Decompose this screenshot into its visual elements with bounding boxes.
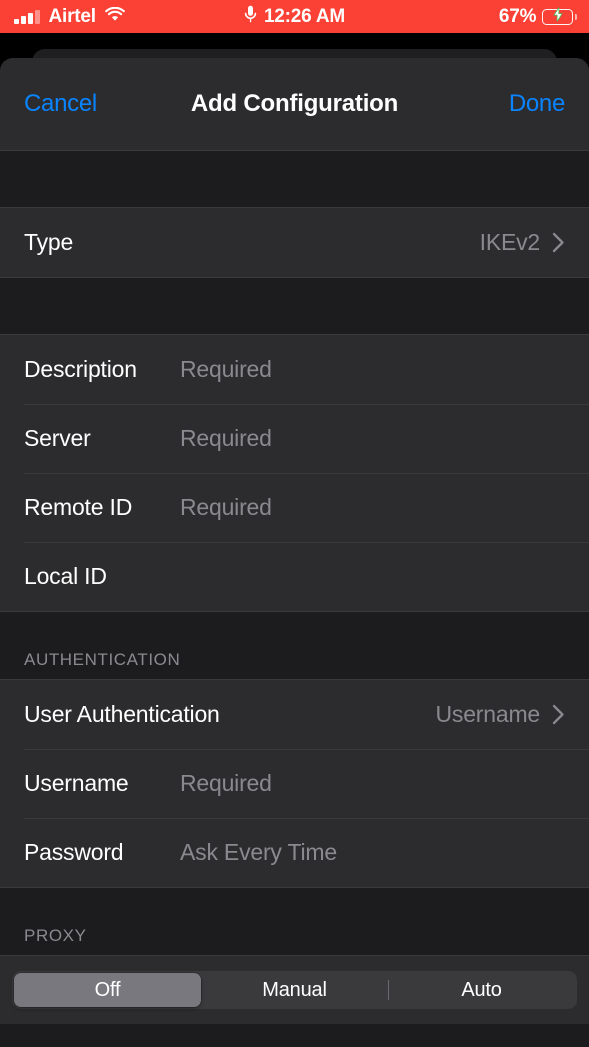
battery-icon <box>542 5 577 26</box>
row-password[interactable]: Password Ask Every Time <box>0 818 589 887</box>
row-label-username: Username <box>24 770 129 796</box>
details-group: Description Required Server Required Rem… <box>0 334 589 612</box>
row-label-description: Description <box>24 356 137 382</box>
settings-list: Type IKEv2 Description Required Server R… <box>0 151 589 1047</box>
row-label-user-authentication: User Authentication <box>24 701 220 727</box>
status-bar-right: 67% <box>389 5 589 27</box>
row-label-type: Type <box>24 229 74 255</box>
status-bar-center: 12:26 AM <box>200 5 389 29</box>
type-group: Type IKEv2 <box>0 207 589 278</box>
wifi-icon <box>105 6 125 27</box>
row-value-type: IKEv2 <box>479 229 541 255</box>
row-type[interactable]: Type IKEv2 <box>0 208 589 277</box>
add-configuration-sheet: Cancel Add Configuration Done Type IKEv2 <box>0 58 589 1047</box>
chevron-right-icon <box>552 704 565 725</box>
row-remote-id[interactable]: Remote ID Required <box>0 473 589 542</box>
row-label-remote-id: Remote ID <box>24 494 133 520</box>
done-button[interactable]: Done <box>509 90 565 118</box>
chevron-right-icon <box>552 232 565 253</box>
segment-auto[interactable]: Auto <box>388 973 575 1007</box>
status-bar-left: Airtel <box>0 6 200 27</box>
signal-bars-icon <box>14 9 40 24</box>
row-label-password: Password <box>24 839 124 865</box>
segment-manual[interactable]: Manual <box>201 973 388 1007</box>
charging-bolt-icon <box>553 5 563 26</box>
row-label-local-id: Local ID <box>24 563 107 589</box>
section-header-authentication: AUTHENTICATION <box>0 612 589 679</box>
row-label-server: Server <box>24 425 91 451</box>
microphone-icon <box>244 5 257 29</box>
server-input[interactable]: Required <box>180 425 272 452</box>
row-server[interactable]: Server Required <box>0 404 589 473</box>
carrier-label: Airtel <box>48 6 97 27</box>
iphone-screen: Airtel 12:26 AM 67% Cancel Add Configura… <box>0 0 589 1047</box>
row-description[interactable]: Description Required <box>0 335 589 404</box>
clock-label: 12:26 AM <box>263 6 346 27</box>
description-input[interactable]: Required <box>180 356 272 383</box>
proxy-segmented-control[interactable]: Off Manual Auto <box>12 971 577 1009</box>
row-value-user-authentication: Username <box>435 701 541 727</box>
row-user-authentication[interactable]: User Authentication Username <box>0 680 589 749</box>
row-username[interactable]: Username Required <box>0 749 589 818</box>
cancel-button[interactable]: Cancel <box>24 90 97 118</box>
row-local-id[interactable]: Local ID <box>0 542 589 611</box>
status-bar: Airtel 12:26 AM 67% <box>0 0 589 33</box>
authentication-group: User Authentication Username Username Re… <box>0 679 589 888</box>
section-header-proxy: PROXY <box>0 888 589 955</box>
spacer-after-type <box>0 278 589 334</box>
proxy-segment-row: Off Manual Auto <box>0 955 589 1024</box>
remote-id-input[interactable]: Required <box>180 494 272 521</box>
username-input[interactable]: Required <box>180 770 272 797</box>
segment-off[interactable]: Off <box>14 973 201 1007</box>
password-input[interactable]: Ask Every Time <box>180 839 337 866</box>
navigation-bar: Cancel Add Configuration Done <box>0 58 589 151</box>
spacer-top <box>0 151 589 207</box>
battery-percent-label: 67% <box>498 6 537 27</box>
